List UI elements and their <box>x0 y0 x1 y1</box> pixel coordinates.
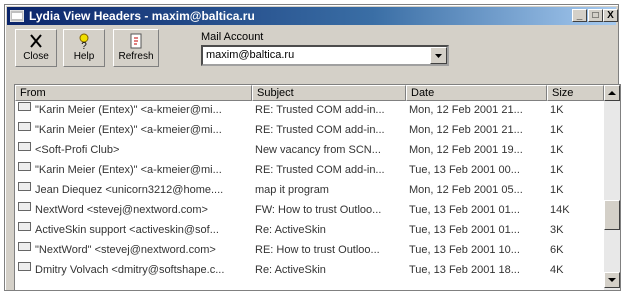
refresh-button-label: Refresh <box>118 51 154 62</box>
chevron-down-icon[interactable] <box>430 47 447 64</box>
cell-from: "NextWord" <stevej@nextword.com> <box>35 244 216 256</box>
mail-icon <box>18 242 31 251</box>
cell-from: Dmitry Volvach <dmitry@softshape.c... <box>35 264 225 276</box>
table-row[interactable]: "Karin Meier (Entex)" <a-kmeier@mi... RE:… <box>15 102 604 118</box>
column-header-from[interactable]: From <box>15 85 252 101</box>
cell-size: 3K <box>550 224 564 236</box>
cell-size: 14K <box>550 204 570 216</box>
cell-date: Tue, 13 Feb 2001 01... <box>409 204 520 216</box>
column-header-date[interactable]: Date <box>406 85 547 101</box>
cell-subject: RE: Trusted COM add-in... <box>255 124 385 136</box>
cell-from: ActiveSkin support <activeskin@sof... <box>35 224 219 236</box>
close-button[interactable]: Close <box>15 29 57 67</box>
cell-subject: RE: How to trust Outloo... <box>255 244 380 256</box>
cell-subject: Re: ActiveSkin <box>255 224 326 236</box>
cell-size: 1K <box>550 184 564 196</box>
cell-subject: Re: ActiveSkin <box>255 264 326 276</box>
title-bar[interactable]: Lydia View Headers - maxim@baltica.ru _ … <box>7 7 618 25</box>
refresh-button[interactable]: Refresh <box>113 29 159 67</box>
table-row[interactable]: NextWord <stevej@nextword.com> FW: How to… <box>15 202 604 218</box>
mail-account-select[interactable]: maxim@baltica.ru <box>201 45 449 66</box>
close-icon <box>30 34 42 48</box>
cell-date: Mon, 12 Feb 2001 05... <box>409 184 523 196</box>
cell-subject: map it program <box>255 184 329 196</box>
minimize-button[interactable]: _ <box>572 9 587 22</box>
mail-icon <box>18 122 31 131</box>
help-button-label: Help <box>73 51 95 62</box>
mail-icon <box>18 102 31 111</box>
refresh-icon <box>130 33 142 49</box>
cell-subject: FW: How to trust Outloo... <box>255 204 382 216</box>
cell-date: Mon, 12 Feb 2001 21... <box>409 124 523 136</box>
cell-subject: RE: Trusted COM add-in... <box>255 164 385 176</box>
table-row[interactable]: ActiveSkin support <activeskin@sof... Re:… <box>15 222 604 238</box>
mail-icon <box>18 142 31 151</box>
cell-subject: RE: Trusted COM add-in... <box>255 104 385 116</box>
column-header-size[interactable]: Size <box>547 85 604 101</box>
help-button[interactable]: ? Help <box>63 29 105 67</box>
vertical-scrollbar[interactable] <box>604 85 620 290</box>
cell-subject: New vacancy from SCN... <box>255 144 381 156</box>
cell-from: "Karin Meier (Entex)" <a-kmeier@mi... <box>35 104 222 116</box>
close-window-button[interactable]: X <box>603 9 618 22</box>
cell-from: NextWord <stevej@nextword.com> <box>35 204 208 216</box>
table-row[interactable]: "NextWord" <stevej@nextword.com> RE: How … <box>15 242 604 258</box>
app-icon <box>10 10 24 22</box>
column-header-subject[interactable]: Subject <box>252 85 406 101</box>
message-list[interactable]: From Subject Date Size "Karin Meier (Ent… <box>14 84 621 291</box>
cell-date: Tue, 13 Feb 2001 00... <box>409 164 520 176</box>
mail-account-value: maxim@baltica.ru <box>206 49 295 61</box>
cell-from: <Soft-Profi Club> <box>35 144 120 156</box>
table-row[interactable]: Dmitry Volvach <dmitry@softshape.c... Re:… <box>15 262 604 278</box>
table-row[interactable]: "Karin Meier (Entex)" <a-kmeier@mi... RE:… <box>15 162 604 178</box>
close-button-label: Close <box>23 51 49 62</box>
help-icon: ? <box>79 33 89 50</box>
maximize-button[interactable]: □ <box>588 9 603 22</box>
cell-from: "Karin Meier (Entex)" <a-kmeier@mi... <box>35 164 222 176</box>
scrollbar-thumb[interactable] <box>604 200 620 230</box>
mail-icon <box>18 162 31 171</box>
table-row[interactable]: Jean Diequez <unicorn3212@home.... map it… <box>15 182 604 198</box>
cell-size: 1K <box>550 124 564 136</box>
scroll-up-button[interactable] <box>604 85 620 101</box>
cell-date: Mon, 12 Feb 2001 19... <box>409 144 523 156</box>
cell-size: 1K <box>550 164 564 176</box>
cell-date: Tue, 13 Feb 2001 18... <box>409 264 520 276</box>
cell-from: Jean Diequez <unicorn3212@home.... <box>35 184 224 196</box>
cell-date: Mon, 12 Feb 2001 21... <box>409 104 523 116</box>
cell-size: 1K <box>550 144 564 156</box>
svg-text:?: ? <box>81 41 87 50</box>
mail-icon <box>18 222 31 231</box>
window-title: Lydia View Headers - maxim@baltica.ru <box>29 9 255 23</box>
mail-icon <box>18 182 31 191</box>
mail-account-label: Mail Account <box>201 31 264 43</box>
cell-size: 1K <box>550 104 564 116</box>
cell-size: 4K <box>550 264 564 276</box>
cell-from: "Karin Meier (Entex)" <a-kmeier@mi... <box>35 124 222 136</box>
scroll-down-button[interactable] <box>604 272 620 288</box>
cell-date: Tue, 13 Feb 2001 01... <box>409 224 520 236</box>
table-row[interactable]: <Soft-Profi Club> New vacancy from SCN...… <box>15 142 604 158</box>
mail-icon <box>18 262 31 271</box>
table-row[interactable]: "Karin Meier (Entex)" <a-kmeier@mi... RE:… <box>15 122 604 138</box>
mail-icon <box>18 202 31 211</box>
cell-date: Tue, 13 Feb 2001 10... <box>409 244 520 256</box>
cell-size: 6K <box>550 244 564 256</box>
